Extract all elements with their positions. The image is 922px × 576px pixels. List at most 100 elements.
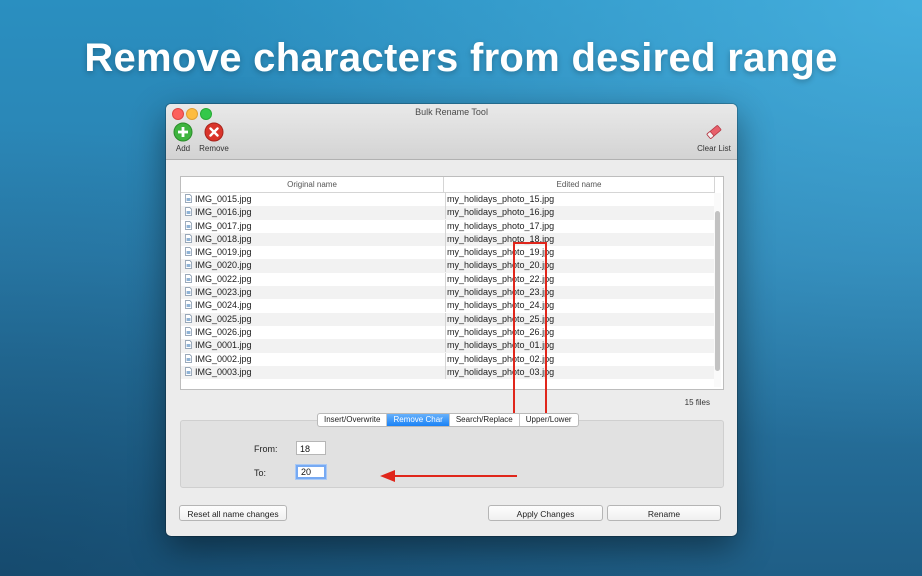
edited-name-cell: my_holidays_photo_20.jpg xyxy=(445,259,711,273)
edited-name-cell: my_holidays_photo_03.jpg xyxy=(445,365,711,379)
original-name-cell: IMG_0024.jpg xyxy=(185,299,441,312)
original-name-cell: IMG_0003.jpg xyxy=(185,366,441,379)
vertical-scrollbar[interactable] xyxy=(714,193,721,387)
tab-remove-char[interactable]: Remove Char xyxy=(387,414,450,426)
apply-changes-button[interactable]: Apply Changes xyxy=(488,505,603,521)
file-icon xyxy=(185,313,192,323)
pointer-arrow-icon xyxy=(380,470,517,482)
add-label: Add xyxy=(175,144,191,153)
titlebar: Bulk Rename Tool Add Remove Clear List xyxy=(166,104,737,160)
original-name: IMG_0019.jpg xyxy=(195,247,252,258)
remove-label: Remove xyxy=(199,144,229,153)
edited-name-cell: my_holidays_photo_01.jpg xyxy=(445,339,711,353)
original-name-cell: IMG_0016.jpg xyxy=(185,206,441,219)
original-name: IMG_0015.jpg xyxy=(195,194,252,204)
original-name: IMG_0003.jpg xyxy=(195,366,252,377)
table-row[interactable]: IMG_0019.jpg my_holidays_photo_19.jpg xyxy=(181,246,714,260)
original-name: IMG_0020.jpg xyxy=(195,260,252,271)
file-icon xyxy=(185,273,192,283)
to-input[interactable]: 20 xyxy=(296,465,326,479)
file-icon xyxy=(185,367,192,376)
table-row[interactable]: IMG_0022.jpg my_holidays_photo_22.jpg xyxy=(181,272,714,286)
original-name-cell: IMG_0023.jpg xyxy=(185,286,441,299)
original-name: IMG_0002.jpg xyxy=(195,353,252,364)
edited-name-cell: my_holidays_photo_15.jpg xyxy=(445,193,711,206)
table-row[interactable]: IMG_0002.jpg my_holidays_photo_02.jpg xyxy=(181,352,714,366)
edited-name-cell: my_holidays_photo_25.jpg xyxy=(445,312,711,326)
file-icon xyxy=(185,247,192,257)
column-header-edited[interactable]: Edited name xyxy=(444,177,715,193)
file-icon xyxy=(185,194,192,203)
original-name-cell: IMG_0019.jpg xyxy=(185,246,441,259)
x-circle-icon xyxy=(204,122,224,142)
original-name: IMG_0025.jpg xyxy=(195,313,252,324)
original-name: IMG_0024.jpg xyxy=(195,300,252,311)
file-icon xyxy=(185,220,192,230)
tab-insert-overwrite[interactable]: Insert/Overwrite xyxy=(318,414,388,426)
table-row[interactable]: IMG_0015.jpg my_holidays_photo_15.jpg xyxy=(181,193,714,206)
app-window: Bulk Rename Tool Add Remove Clear List O… xyxy=(166,104,737,536)
original-name-cell: IMG_0001.jpg xyxy=(185,339,441,352)
table-row[interactable]: IMG_0026.jpg my_holidays_photo_26.jpg xyxy=(181,325,714,339)
scrollbar-thumb[interactable] xyxy=(715,211,720,371)
from-label: From: xyxy=(254,444,278,454)
table-row[interactable]: IMG_0018.jpg my_holidays_photo_18.jpg xyxy=(181,232,714,247)
clear-list-label: Clear List xyxy=(697,144,731,153)
edited-name: my_holidays_photo_15.jpg xyxy=(447,194,555,204)
file-icon xyxy=(185,207,192,217)
edited-name-cell: my_holidays_photo_19.jpg xyxy=(445,246,711,260)
original-name: IMG_0017.jpg xyxy=(195,220,252,231)
rename-button[interactable]: Rename xyxy=(607,505,721,521)
tab-search-replace[interactable]: Search/Replace xyxy=(450,414,520,426)
add-button[interactable]: Add xyxy=(171,122,195,153)
table-row[interactable]: IMG_0023.jpg my_holidays_photo_23.jpg xyxy=(181,286,714,300)
edited-name-cell: my_holidays_photo_23.jpg xyxy=(445,286,711,300)
original-name: IMG_0016.jpg xyxy=(195,207,252,218)
file-icon xyxy=(185,260,192,270)
original-name-cell: IMG_0025.jpg xyxy=(185,313,441,326)
original-name: IMG_0026.jpg xyxy=(195,326,252,337)
table-rows: IMG_0015.jpg my_holidays_photo_15.jpg IMG_… xyxy=(181,193,714,387)
table-row[interactable]: IMG_0016.jpg my_holidays_photo_16.jpg xyxy=(181,206,714,220)
table-row[interactable]: IMG_0017.jpg my_holidays_photo_17.jpg xyxy=(181,219,714,233)
mode-tabs: Insert/Overwrite Remove Char Search/Replac… xyxy=(317,413,579,427)
original-name-cell: IMG_0026.jpg xyxy=(185,326,441,339)
original-name-cell: IMG_0017.jpg xyxy=(185,220,441,233)
plus-circle-icon xyxy=(173,122,193,142)
table-row[interactable]: IMG_0025.jpg my_holidays_photo_25.jpg xyxy=(181,312,714,326)
original-name: IMG_0001.jpg xyxy=(195,340,252,351)
tab-upper-lower[interactable]: Upper/Lower xyxy=(520,414,578,426)
to-label: To: xyxy=(254,468,267,478)
table-row[interactable]: IMG_0020.jpg my_holidays_photo_20.jpg xyxy=(181,259,714,273)
edited-name-cell: my_holidays_photo_22.jpg xyxy=(445,272,711,286)
highlight-box xyxy=(513,242,547,442)
column-header-original[interactable]: Original name xyxy=(181,177,444,193)
original-name-cell: IMG_0020.jpg xyxy=(185,259,441,272)
file-icon xyxy=(185,353,192,363)
edited-name: my_holidays_photo_16.jpg xyxy=(447,207,555,218)
edited-name-cell: my_holidays_photo_17.jpg xyxy=(445,219,711,233)
original-name-cell: IMG_0022.jpg xyxy=(185,273,441,286)
from-input[interactable]: 18 xyxy=(296,441,326,455)
file-icon xyxy=(185,287,192,296)
file-icon xyxy=(185,300,192,310)
remove-button[interactable]: Remove xyxy=(198,122,230,153)
table-row[interactable]: IMG_0003.jpg my_holidays_photo_03.jpg xyxy=(181,365,714,380)
window-content: Original name Edited name IMG_0015.jpgmy… xyxy=(166,160,737,536)
edited-name: my_holidays_photo_17.jpg xyxy=(447,220,555,231)
edited-name-cell: my_holidays_photo_26.jpg xyxy=(445,325,711,339)
original-name: IMG_0022.jpg xyxy=(195,273,252,284)
original-name-cell: IMG_0002.jpg xyxy=(185,353,441,366)
window-title: Bulk Rename Tool xyxy=(415,107,488,117)
table-row[interactable]: IMG_0024.jpg my_holidays_photo_24.jpg xyxy=(181,299,714,313)
file-icon xyxy=(185,340,192,350)
clear-list-button[interactable]: Clear List xyxy=(694,122,734,153)
file-icon xyxy=(185,327,192,336)
eraser-icon xyxy=(706,125,722,139)
remove-char-panel: From: 18 To: 20 xyxy=(180,420,724,488)
table-row[interactable]: IMG_0001.jpg my_holidays_photo_01.jpg xyxy=(181,339,714,353)
edited-name-cell: my_holidays_photo_24.jpg xyxy=(445,299,711,313)
original-name-cell: IMG_0015.jpg xyxy=(185,193,441,206)
original-name: IMG_0023.jpg xyxy=(195,287,252,298)
reset-all-button[interactable]: Reset all name changes xyxy=(179,505,287,521)
